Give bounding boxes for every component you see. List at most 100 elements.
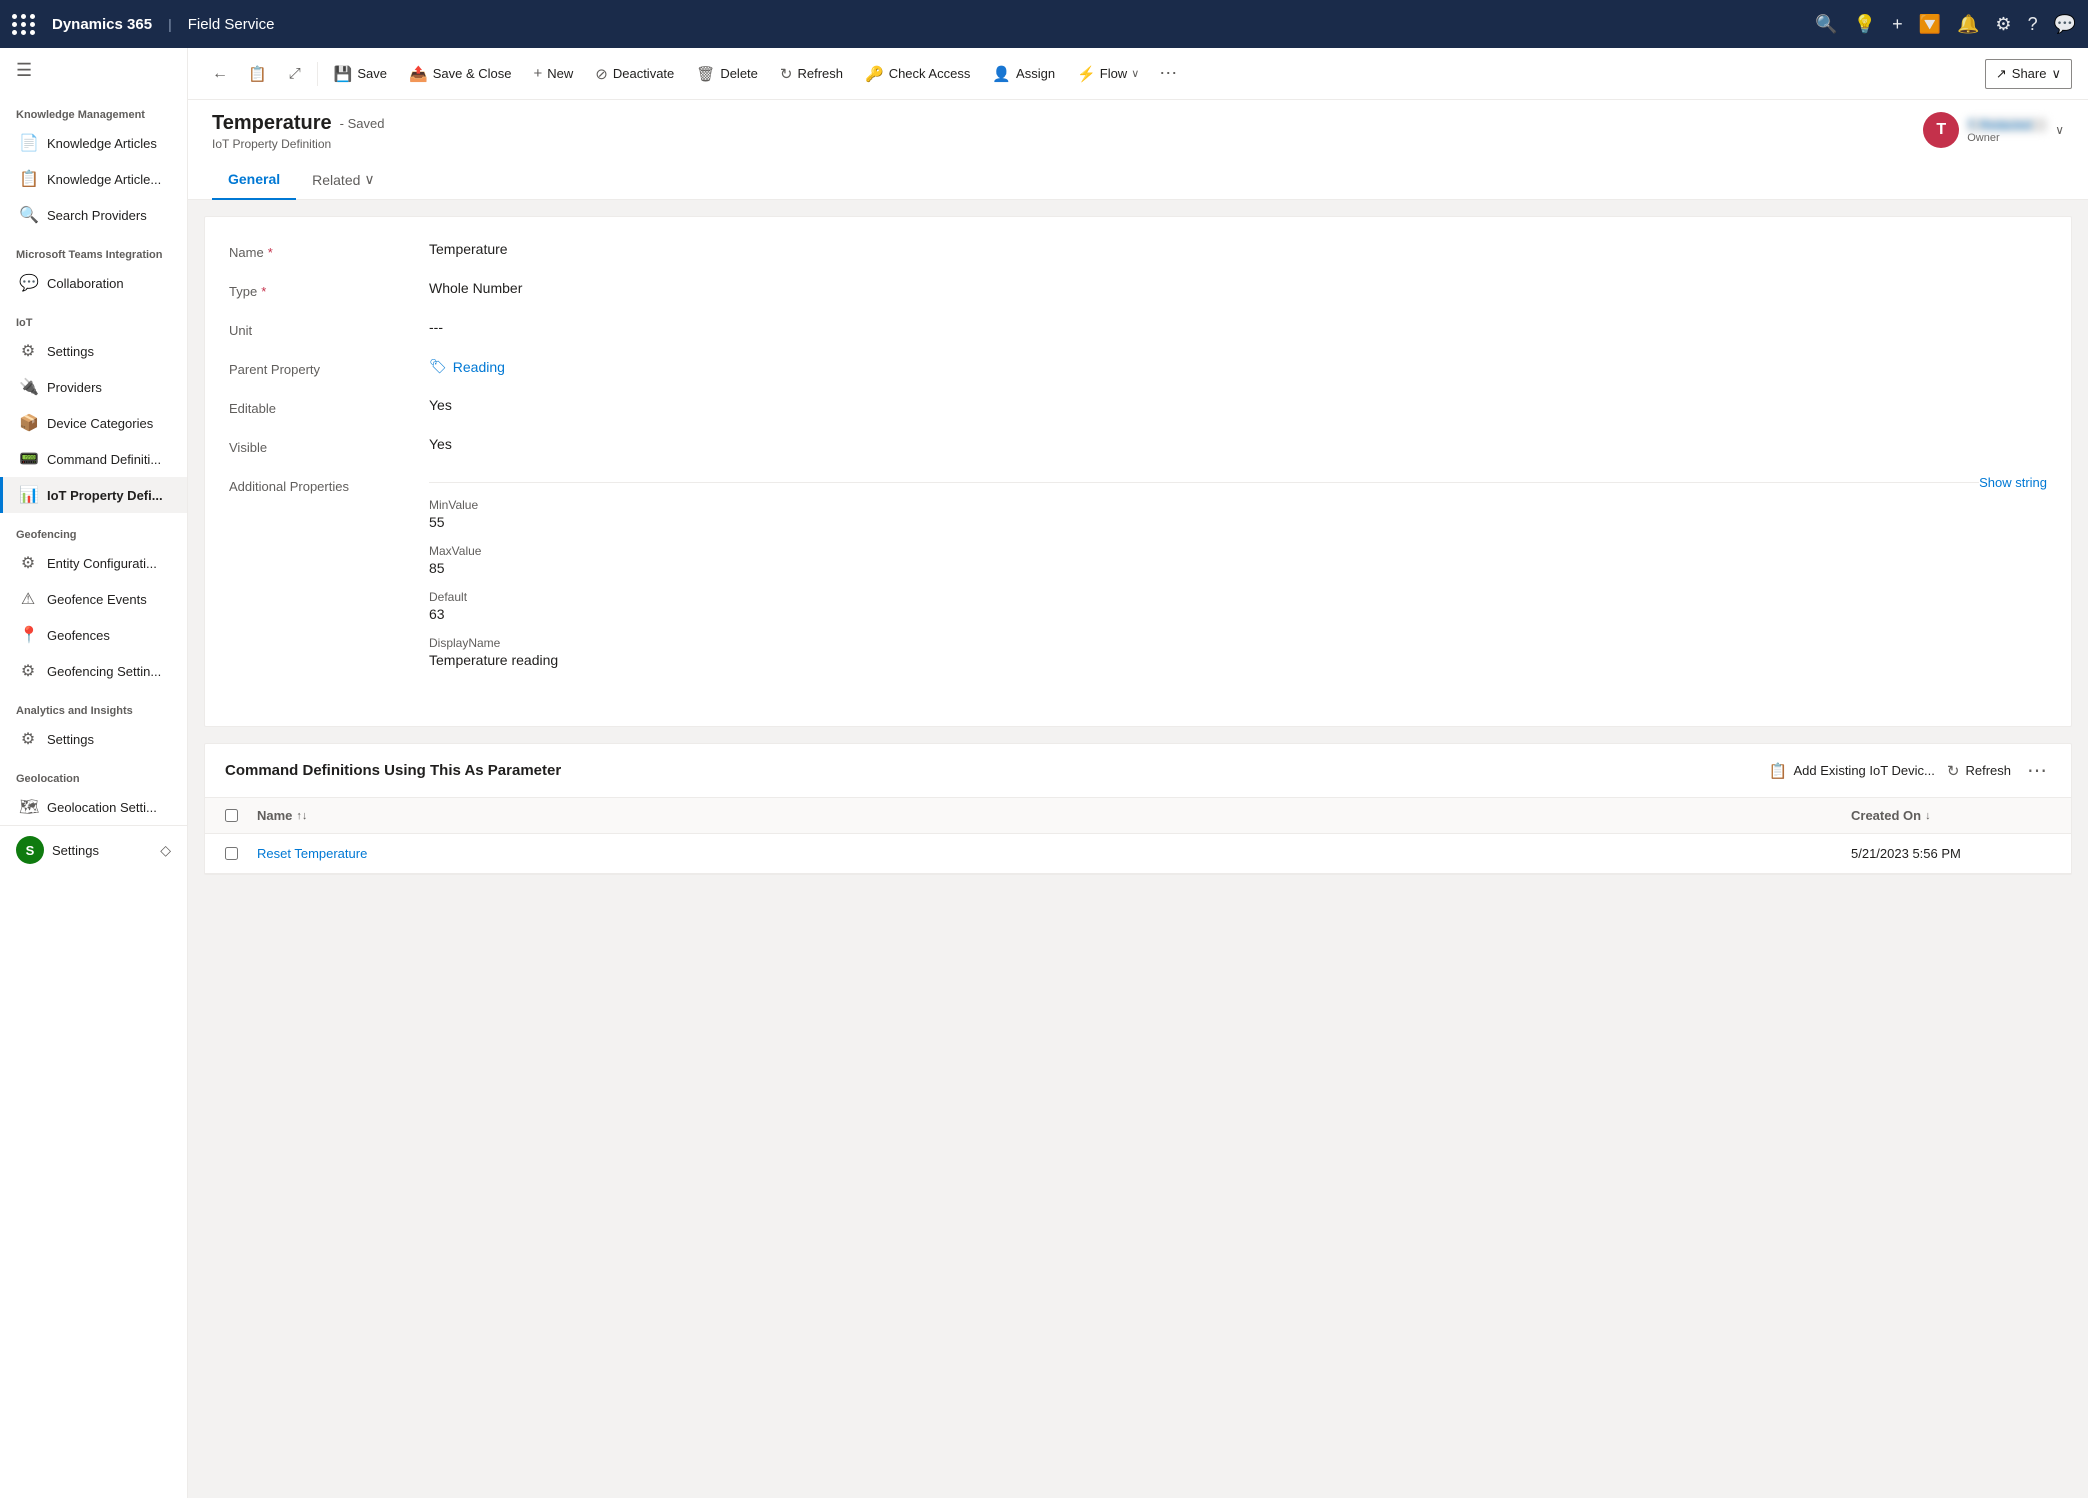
cmd-more-button[interactable]: ⋯ [2023,758,2051,783]
sidebar-item-geofence-events[interactable]: ⚠ Geofence Events [0,581,187,617]
sidebar-toggle[interactable]: ☰ [0,48,187,93]
help-icon[interactable]: ? [2028,14,2038,35]
record-type-icon-button[interactable]: 📋 [238,59,277,89]
check-access-label: Check Access [889,66,971,81]
back-button[interactable]: ← [204,59,236,89]
expand-button[interactable]: ⤢ [279,59,311,88]
field-editable-value[interactable]: Yes [429,397,2047,413]
sidebar-item-label: Collaboration [47,276,124,291]
deactivate-button[interactable]: ⊘ Deactivate [585,59,684,89]
delete-button[interactable]: 🗑 Delete [686,59,768,89]
add-existing-label: Add Existing IoT Devic... [1794,763,1935,778]
geolocation-settings-icon: 🗺 [19,797,37,817]
more-options-button[interactable]: ⋯ [1151,57,1185,90]
sidebar-item-search-providers[interactable]: 🔍 Search Providers [0,197,187,233]
row-checkbox[interactable] [225,847,257,860]
gear-icon[interactable]: ⚙ [1995,14,2011,35]
assign-icon: 👤 [992,65,1011,83]
record-tabs: General Related ∨ [212,163,391,199]
geofences-icon: 📍 [19,625,37,645]
sub-field-display-name: DisplayName Temperature reading [429,636,2047,668]
check-access-button[interactable]: 🔑 Check Access [855,59,980,89]
field-type-value[interactable]: Whole Number [429,280,2047,296]
toolbar-right: ↗ Share ∨ [1985,59,2072,89]
lightbulb-icon[interactable]: 💡 [1854,14,1876,35]
sidebar-item-iot-settings[interactable]: ⚙ Settings [0,333,187,369]
sidebar-item-entity-configuration[interactable]: ⚙ Entity Configurati... [0,545,187,581]
add-existing-button[interactable]: 📋 Add Existing IoT Devic... [1769,762,1935,780]
assign-button[interactable]: 👤 Assign [982,59,1065,89]
sidebar-item-geofences[interactable]: 📍 Geofences [0,617,187,653]
row-select-checkbox[interactable] [225,847,238,860]
owner-name[interactable]: T. Redacted [1967,118,2047,132]
field-name-value[interactable]: Temperature [429,241,2047,257]
sidebar-item-label: Settings [47,732,94,747]
field-additional-properties-label: Additional Properties [229,475,429,494]
sub-field-max-value: MaxValue 85 [429,544,2047,576]
refresh-button[interactable]: ↻ Refresh [770,59,853,89]
add-icon[interactable]: + [1892,14,1903,35]
parent-property-link[interactable]: 🏷 Reading [429,358,2047,375]
sidebar-item-label: Entity Configurati... [47,556,157,571]
sidebar-item-device-categories[interactable]: 📦 Device Categories [0,405,187,441]
command-definitions-header: Command Definitions Using This As Parame… [205,744,2071,798]
flow-icon: ⚡ [1077,65,1096,83]
sidebar-item-collaboration[interactable]: 💬 Collaboration [0,265,187,301]
share-button[interactable]: ↗ Share ∨ [1985,59,2072,89]
settings-chevron: ◇ [160,842,171,859]
command-definitions-table: Name ↑↓ Created On ↓ Reset Temperature [205,798,2071,874]
sidebar-item-geofencing-settings[interactable]: ⚙ Geofencing Settin... [0,653,187,689]
app-launcher-icon[interactable] [12,14,36,35]
sidebar-item-knowledge-articles-2[interactable]: 📋 Knowledge Article... [0,161,187,197]
record-icon: 📋 [248,65,267,83]
field-unit-value[interactable]: --- [429,319,2047,335]
field-editable-row: Editable Yes [229,397,2047,416]
field-name-label: Name * [229,241,429,260]
command-definitions-section: Command Definitions Using This As Parame… [204,743,2072,875]
col-name-header[interactable]: Name ↑↓ [257,808,1851,823]
sidebar-bottom-settings[interactable]: S Settings ◇ [0,825,187,874]
sidebar-item-label: IoT Property Defi... [47,488,163,503]
bell-icon[interactable]: 🔔 [1957,14,1979,35]
geofencing-settings-icon: ⚙ [19,661,37,681]
search-providers-icon: 🔍 [19,205,37,225]
header-checkbox[interactable] [225,809,257,822]
select-all-checkbox[interactable] [225,809,238,822]
form-content: Name * Temperature Type * Whole Number U… [188,200,2088,1498]
deactivate-icon: ⊘ [595,65,608,83]
show-string-button[interactable]: Show string [1979,475,2047,490]
iot-settings-icon: ⚙ [19,341,37,361]
collaboration-icon: 💬 [19,273,37,293]
field-additional-properties-value: Show string MinValue 55 MaxValue 85 Defa… [429,475,2047,682]
sidebar-item-label: Knowledge Articles [47,136,157,151]
owner-chevron-icon[interactable]: ∨ [2055,123,2064,137]
save-close-button[interactable]: 📤 Save & Close [399,59,521,89]
tab-related[interactable]: Related ∨ [296,163,391,200]
sidebar-section-geofencing: Geofencing [0,513,187,545]
sidebar-item-knowledge-articles[interactable]: 📄 Knowledge Articles [0,125,187,161]
field-unit-row: Unit --- [229,319,2047,338]
sidebar-item-label: Providers [47,380,102,395]
row-name[interactable]: Reset Temperature [257,846,1851,861]
field-visible-value[interactable]: Yes [429,436,2047,452]
command-definitions-actions: 📋 Add Existing IoT Devic... ↻ Refresh ⋯ [1769,758,2051,783]
new-button[interactable]: + New [523,59,583,88]
related-chevron-icon: ∨ [364,171,374,188]
sidebar-item-geolocation-settings[interactable]: 🗺 Geolocation Setti... [0,789,187,825]
tab-general[interactable]: General [212,163,296,200]
flow-button[interactable]: ⚡ Flow ∨ [1067,59,1149,89]
sidebar-item-analytics-settings[interactable]: ⚙ Settings [0,721,187,757]
col-created-header[interactable]: Created On ↓ [1851,808,2051,823]
record-subtitle: IoT Property Definition [212,137,391,151]
share-chevron-icon: ∨ [2051,66,2061,82]
search-icon[interactable]: 🔍 [1815,14,1837,35]
field-editable-label: Editable [229,397,429,416]
filter-icon[interactable]: 🔽 [1919,14,1941,35]
save-button[interactable]: 💾 Save [324,59,397,89]
sub-field-default-label: Default [429,590,2047,604]
sidebar-item-iot-property-definitions[interactable]: 📊 IoT Property Defi... [0,477,187,513]
sidebar-item-providers[interactable]: 🔌 Providers [0,369,187,405]
cmd-refresh-button[interactable]: ↻ Refresh [1947,762,2011,780]
chat-icon[interactable]: 💬 [2054,14,2076,35]
sidebar-item-command-definitions[interactable]: 📟 Command Definiti... [0,441,187,477]
